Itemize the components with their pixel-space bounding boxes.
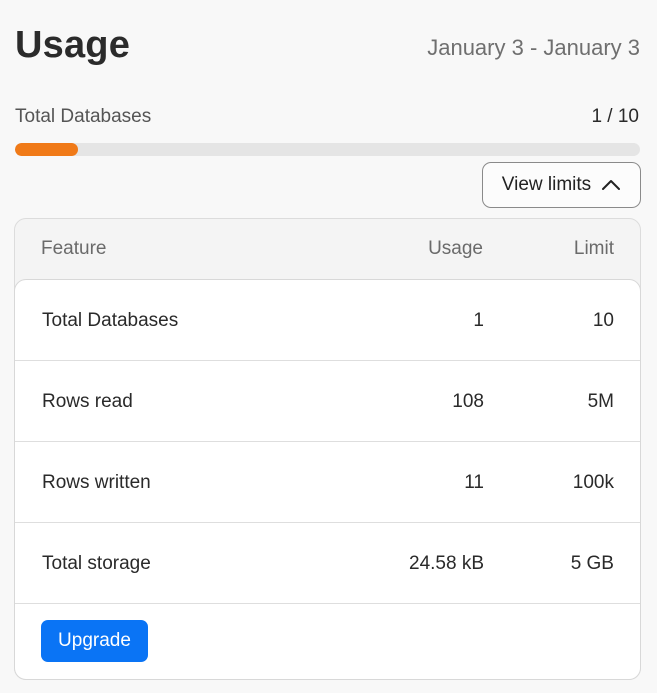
upgrade-button[interactable]: Upgrade [41,620,148,662]
usage-panel: Usage January 3 - January 3 Total Databa… [0,0,657,693]
date-range: January 3 - January 3 [427,35,640,60]
feature-cell: Total storage [42,553,151,574]
usage-cell: 24.58 kB [409,553,484,574]
feature-cell: Rows read [42,391,133,412]
column-header-usage: Usage [428,238,483,259]
table-row: Total Databases 1 10 [15,280,640,361]
feature-cell: Total Databases [42,310,179,331]
usage-cell: 11 [464,472,484,493]
metric-label: Total Databases [15,106,152,127]
table-row: Rows read 108 5M [15,361,640,442]
view-limits-button[interactable]: View limits [482,162,641,208]
view-limits-label: View limits [501,174,592,195]
usage-progress-bar [15,143,640,156]
limits-table: Feature Usage Limit Total Databases 1 10… [14,218,641,680]
limit-cell: 10 [592,310,614,331]
usage-cell: 1 [473,310,484,331]
usage-cell: 108 [452,391,484,412]
table-body: Total Databases 1 10 Rows read 108 5M Ro… [14,279,641,680]
chevron-up-icon [602,180,621,190]
column-header-feature: Feature [41,238,107,259]
limit-cell: 5 GB [570,553,614,574]
feature-cell: Rows written [42,472,151,493]
metric-count: 1 / 10 [591,106,639,127]
table-row: Total storage 24.58 kB 5 GB [15,523,640,604]
table-row: Rows written 11 100k [15,442,640,523]
usage-progress-fill [15,143,78,156]
limit-cell: 100k [572,472,614,493]
page-title: Usage [15,24,131,66]
column-header-limit: Limit [573,238,614,259]
limit-cell: 5M [587,391,614,412]
table-header: Feature Usage Limit [15,219,640,279]
